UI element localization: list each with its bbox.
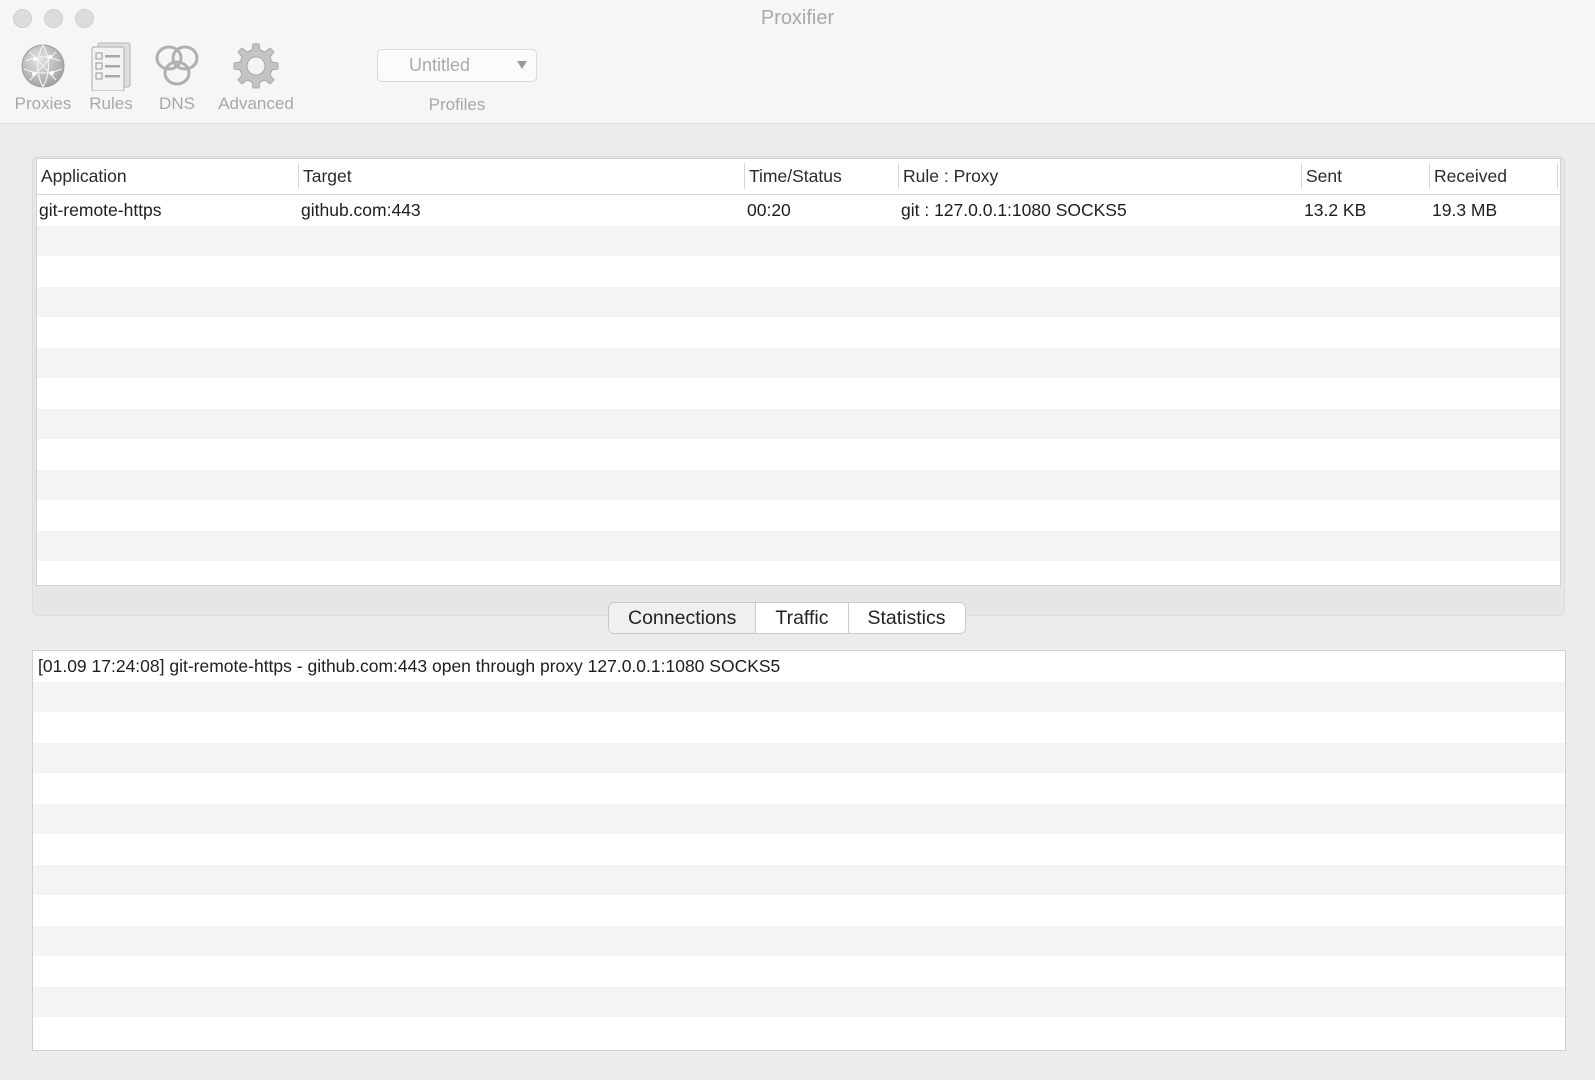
empty-log-row [33,681,1565,712]
toolbar-dns-label: DNS [159,94,195,113]
log-panel[interactable]: [01.09 17:24:08] git-remote-https - gith… [32,650,1566,1051]
empty-row [37,317,1560,348]
cell-target: github.com:443 [301,200,421,220]
rules-list-icon [86,40,136,92]
toolbar-proxies-label: Proxies [14,94,72,113]
cell-application: git-remote-https [39,200,162,220]
tab-statistics[interactable]: Statistics [848,603,965,633]
toolbar-rules-button[interactable]: Rules [86,40,136,114]
column-header-received[interactable]: Received [1430,159,1558,195]
window-title: Proxifier [760,7,835,29]
empty-log-row [33,986,1565,1017]
proxifier-window: Proxifier Proxies Rules DNS Advanced Unt… [0,0,1595,1080]
empty-log-row [33,895,1565,926]
connections-table: Application Target Time/Status Rule : Pr… [36,158,1561,586]
empty-row [37,530,1560,561]
cell-sent: 13.2 KB [1304,200,1367,220]
cell-time-status: 00:20 [747,200,791,220]
empty-log-row [33,803,1565,834]
empty-row [37,561,1560,585]
empty-log-row [33,773,1565,804]
cell-rule-proxy: git : 127.0.0.1:1080 SOCKS5 [901,200,1127,220]
connections-rows: git-remote-https github.com:443 00:20 gi… [37,195,1560,585]
column-header-application[interactable]: Application [37,159,299,195]
connections-table-header: Application Target Time/Status Rule : Pr… [37,159,1560,195]
empty-row [37,378,1560,409]
profiles-label: Profiles [428,95,486,114]
empty-log-row [33,864,1565,895]
toolbar-advanced-label: Advanced [218,94,294,113]
dns-rings-icon [152,40,202,92]
empty-log-row [33,742,1565,773]
tab-traffic[interactable]: Traffic [756,603,849,633]
dropdown-arrow-icon [517,61,527,69]
tab-connections[interactable]: Connections [609,603,757,633]
empty-row [37,469,1560,500]
empty-log-row [33,956,1565,987]
column-header-target[interactable]: Target [299,159,745,195]
profiles-selected-value: Untitled [409,55,471,75]
empty-row [37,256,1560,287]
empty-row [37,408,1560,439]
cell-received: 19.3 MB [1432,200,1498,220]
empty-row [37,439,1560,470]
gear-icon [214,40,298,92]
toolbar-proxies-button[interactable]: Proxies [13,40,73,114]
empty-log-row [33,712,1565,743]
column-header-time-status[interactable]: Time/Status [745,159,899,195]
empty-row [37,500,1560,531]
profiles-select[interactable]: Untitled [377,49,537,82]
toolbar-rules-label: Rules [89,94,133,113]
empty-log-row [33,834,1565,865]
table-row[interactable]: git-remote-https github.com:443 00:20 gi… [37,195,1560,226]
empty-row [37,225,1560,256]
empty-log-row [33,925,1565,956]
empty-log-row [33,1017,1565,1048]
toolbar-advanced-button[interactable]: Advanced [214,40,298,114]
log-line: [01.09 17:24:08] git-remote-https - gith… [38,656,781,676]
column-header-rule-proxy[interactable]: Rule : Proxy [899,159,1302,195]
toolbar: Proxifier Proxies Rules DNS Advanced Unt… [0,0,1595,124]
empty-row [37,286,1560,317]
empty-row [37,347,1560,378]
toolbar-dns-button[interactable]: DNS [152,40,202,114]
globe-icon [13,40,73,92]
view-tabs: Connections Traffic Statistics [608,602,966,634]
column-header-sent[interactable]: Sent [1302,159,1430,195]
